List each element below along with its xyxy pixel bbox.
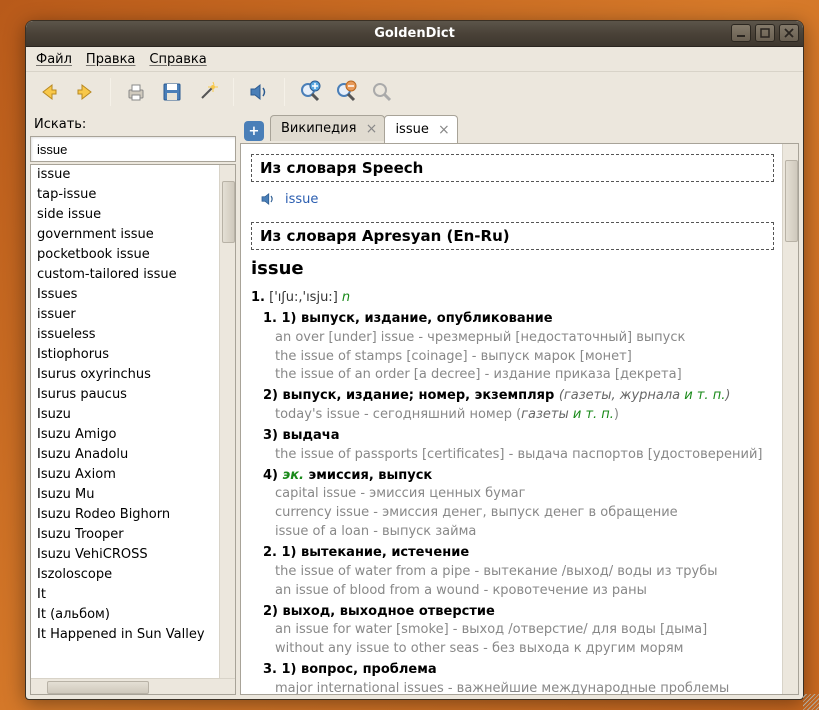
zoom-in-button[interactable] [293, 75, 327, 109]
zoom-out-icon [334, 80, 358, 104]
article-scrollbar-vertical[interactable] [782, 144, 798, 694]
sidebar: Искать: issuetap-issueside issuegovernme… [30, 115, 236, 695]
word-item[interactable]: custom-tailored issue [31, 265, 235, 285]
word-item[interactable]: issue [31, 165, 235, 185]
close-button[interactable] [779, 24, 799, 42]
word-item[interactable]: Istiophorus [31, 345, 235, 365]
word-item[interactable]: It (альбом) [31, 605, 235, 625]
headword: issue [251, 258, 774, 279]
separator [284, 78, 285, 106]
menu-edit[interactable]: Правка [82, 50, 139, 69]
speech-word-link[interactable]: issue [285, 192, 318, 207]
content-area: Искать: issuetap-issueside issuegovernme… [26, 111, 803, 699]
menu-help[interactable]: Справка [145, 50, 210, 69]
tab-label: issue [395, 122, 428, 137]
arrow-left-icon [37, 80, 61, 104]
tab[interactable]: issue × [384, 115, 457, 143]
resize-grip[interactable] [803, 694, 804, 700]
minimize-button[interactable] [731, 24, 751, 42]
article-content: Из словаря Speech issue Из словаря Apres… [241, 144, 798, 694]
zoom-out-button[interactable] [329, 75, 363, 109]
zoom-reset-icon [370, 80, 394, 104]
entry-body: 1. ['ıʃu:,'ısju:] n1. 1) выпуск, издание… [251, 289, 774, 694]
tab-bar: + Википедия × issue × [240, 115, 799, 143]
pronounce-button[interactable] [242, 75, 276, 109]
dict-header-speech: Из словаря Speech [251, 154, 774, 182]
app-window: GoldenDict Файл Правка Справка [25, 20, 804, 700]
word-item[interactable]: Isuzu VehiCROSS [31, 545, 235, 565]
word-item[interactable]: It [31, 585, 235, 605]
maximize-button[interactable] [755, 24, 775, 42]
wand-icon [196, 80, 220, 104]
save-button[interactable] [155, 75, 189, 109]
print-button[interactable] [119, 75, 153, 109]
new-tab-button[interactable]: + [244, 121, 264, 141]
back-button[interactable] [32, 75, 66, 109]
word-item[interactable]: Isuzu [31, 405, 235, 425]
word-item[interactable]: pocketbook issue [31, 245, 235, 265]
word-item[interactable]: Isurus oxyrinchus [31, 365, 235, 385]
tab[interactable]: Википедия × [270, 115, 385, 141]
forward-button[interactable] [68, 75, 102, 109]
word-item[interactable]: Isuzu Axiom [31, 465, 235, 485]
wordlist-scrollbar-horizontal[interactable] [31, 678, 235, 694]
zoom-in-icon [298, 80, 322, 104]
tab-close-icon[interactable]: × [364, 122, 378, 136]
separator [233, 78, 234, 106]
dict-header-apresyan: Из словаря Apresyan (En-Ru) [251, 222, 774, 250]
word-item[interactable]: Issues [31, 285, 235, 305]
menu-file[interactable]: Файл [32, 50, 76, 69]
titlebar-controls [731, 24, 799, 42]
window-title: GoldenDict [374, 26, 455, 41]
word-item[interactable]: Isuzu Mu [31, 485, 235, 505]
menubar: Файл Правка Справка [26, 47, 803, 71]
wordlist-frame: issuetap-issueside issuegovernment issue… [30, 164, 236, 695]
word-item[interactable]: Isurus paucus [31, 385, 235, 405]
word-item[interactable]: issueless [31, 325, 235, 345]
word-item[interactable]: Isuzu Rodeo Bighorn [31, 505, 235, 525]
zoom-reset-button[interactable] [365, 75, 399, 109]
wordlist[interactable]: issuetap-issueside issuegovernment issue… [31, 165, 235, 678]
word-item[interactable]: Isuzu Anadolu [31, 445, 235, 465]
word-item[interactable]: issuer [31, 305, 235, 325]
search-input[interactable] [30, 136, 236, 162]
word-item[interactable]: government issue [31, 225, 235, 245]
article-viewer[interactable]: Из словаря Speech issue Из словаря Apres… [240, 143, 799, 695]
word-item[interactable]: tap-issue [31, 185, 235, 205]
tab-close-icon[interactable]: × [437, 123, 451, 137]
toolbar [26, 71, 803, 111]
titlebar[interactable]: GoldenDict [26, 21, 803, 47]
search-label: Искать: [30, 115, 236, 134]
tab-label: Википедия [281, 121, 356, 136]
arrow-right-icon [73, 80, 97, 104]
main-pane: + Википедия × issue × Из словаря Speech iss… [240, 115, 799, 695]
word-item[interactable]: side issue [31, 205, 235, 225]
word-item[interactable]: Isuzu Amigo [31, 425, 235, 445]
word-item[interactable]: Iszoloscope [31, 565, 235, 585]
print-icon [124, 80, 148, 104]
separator [110, 78, 111, 106]
speaker-icon [247, 80, 271, 104]
play-sound-icon[interactable] [259, 190, 277, 208]
save-icon [160, 80, 184, 104]
wordlist-scrollbar-vertical[interactable] [219, 165, 235, 678]
word-item[interactable]: Isuzu Trooper [31, 525, 235, 545]
scan-popup-button[interactable] [191, 75, 225, 109]
word-item[interactable]: It Happened in Sun Valley [31, 625, 235, 645]
